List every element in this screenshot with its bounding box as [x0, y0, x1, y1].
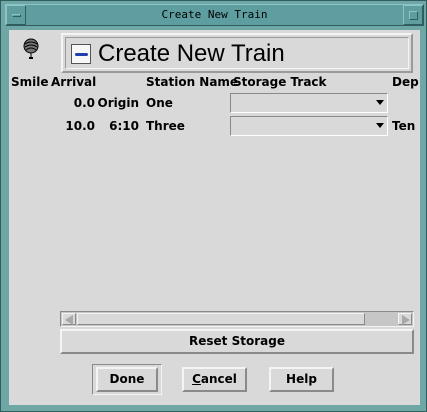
dropdown-button[interactable]	[373, 117, 387, 135]
storage-track-select[interactable]	[230, 116, 388, 136]
column-header-smile: Smile	[11, 75, 49, 89]
scroll-left-button[interactable]	[62, 313, 76, 325]
horizontal-scrollbar[interactable]	[60, 311, 414, 327]
arrival-cell: 6:10	[109, 119, 139, 133]
done-button[interactable]: Done	[96, 367, 158, 392]
station-cell: Three	[146, 119, 185, 133]
departure-cell: Ten	[392, 119, 416, 133]
arrow-left-icon	[65, 315, 73, 325]
help-button[interactable]: Help	[269, 367, 334, 392]
column-header-station-name: Station Name	[146, 75, 239, 89]
page-title: Create New Train	[98, 40, 285, 67]
menu-bar-icon	[12, 14, 21, 17]
window-title: Create New Train	[161, 8, 268, 21]
train-icon	[71, 44, 91, 64]
storage-track-select[interactable]	[230, 93, 388, 113]
chevron-down-icon	[376, 123, 384, 128]
title-bar[interactable]: Create New Train	[5, 4, 424, 26]
arrow-right-icon	[402, 315, 410, 325]
cancel-mnemonic: C	[192, 372, 201, 386]
maximize-icon	[409, 11, 418, 20]
cancel-label: ancel	[200, 372, 237, 386]
maximize-button[interactable]	[403, 5, 423, 25]
reset-storage-button[interactable]: Reset Storage	[60, 329, 414, 354]
chevron-down-icon	[376, 100, 384, 105]
column-header-departure: Dep	[392, 75, 419, 89]
scroll-right-button[interactable]	[398, 313, 412, 325]
table-row: 0.0 Origin One	[9, 93, 420, 115]
station-cell: One	[146, 96, 173, 110]
title-frame: Create New Train	[61, 33, 413, 73]
table-header: Smile Arrival Station Name Storage Track…	[9, 75, 420, 91]
table-row: 10.0 6:10 Three Ten	[9, 116, 420, 138]
window-menu-button[interactable]	[6, 5, 26, 25]
scrollbar-thumb[interactable]	[77, 313, 365, 325]
column-header-storage-track: Storage Track	[233, 75, 327, 89]
balloon-help-icon[interactable]	[21, 38, 41, 60]
window-frame: Create New Train Create New Train Smile …	[0, 0, 427, 412]
dropdown-button[interactable]	[373, 94, 387, 112]
dialog-body: Create New Train Smile Arrival Station N…	[9, 30, 420, 405]
column-header-arrival: Arrival	[51, 75, 97, 89]
cancel-button[interactable]: Cancel	[182, 367, 247, 392]
arrival-cell: Origin	[97, 96, 139, 110]
